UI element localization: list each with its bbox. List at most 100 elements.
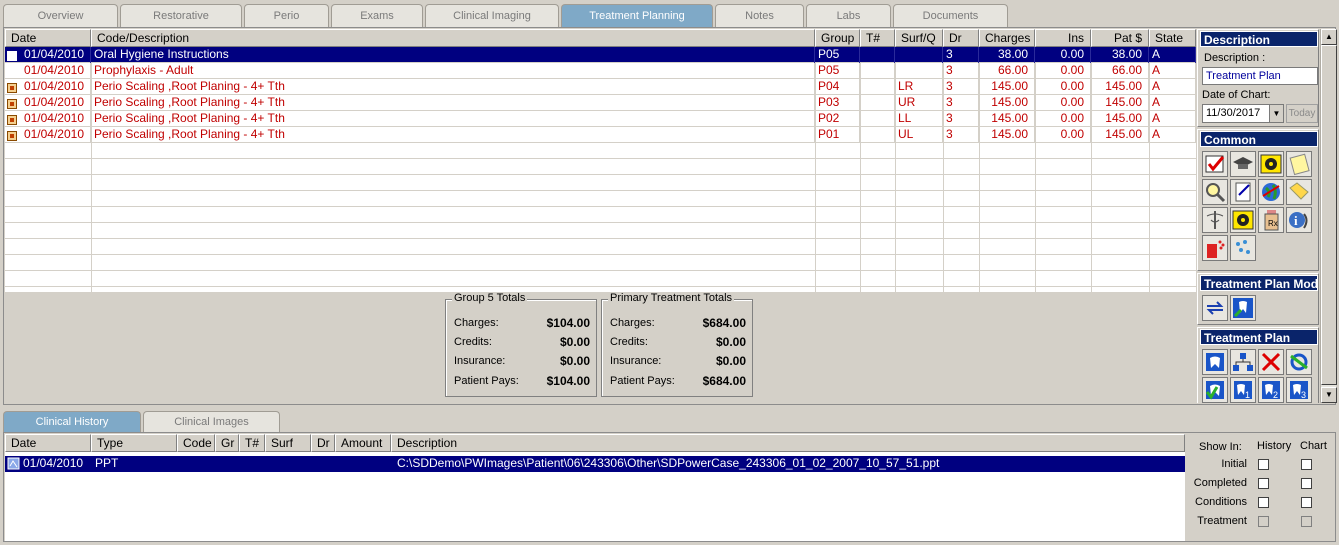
cell-desc: Prophylaxis - Adult [91, 63, 815, 79]
treatment-row[interactable]: 01/04/2010 Prophylaxis - Adult P05 3 66.00 0.… [5, 63, 1196, 79]
history-col-surf[interactable]: Surf [265, 434, 311, 452]
treatment-row[interactable]: 01/04/2010 Perio Scaling ,Root Planing - … [5, 79, 1196, 95]
initial-chart-checkbox[interactable] [1301, 459, 1312, 470]
primary-charges-label: Charges: [610, 317, 655, 329]
tooth-move-icon[interactable] [1230, 295, 1256, 321]
cell-charges: 145.00 [979, 95, 1035, 111]
treatment-row[interactable]: 01/04/2010 Perio Scaling ,Root Planing - … [5, 127, 1196, 143]
tab-clinical-history[interactable]: Clinical History [3, 411, 141, 433]
cell-pat: 145.00 [1091, 111, 1149, 127]
scroll-down-icon[interactable]: ▼ [1321, 387, 1337, 403]
completed-chart-checkbox[interactable] [1301, 478, 1312, 489]
history-col-tooth[interactable]: T# [239, 434, 265, 452]
tooth-1-icon[interactable]: 1 [1230, 377, 1256, 403]
conditions-history-checkbox[interactable] [1258, 497, 1269, 508]
cell-desc: Perio Scaling ,Root Planing - 4+ Tth [91, 95, 815, 111]
treatment-history-checkbox[interactable] [1258, 516, 1269, 527]
col-header-tooth[interactable]: T# [860, 29, 895, 47]
magnifier-icon[interactable] [1202, 179, 1228, 205]
common-header: Common [1200, 131, 1318, 147]
spray-icon[interactable] [1202, 235, 1228, 261]
conditions-chart-checkbox[interactable] [1301, 497, 1312, 508]
sparkle-icon[interactable] [1230, 235, 1256, 261]
treatment-row[interactable]: 01/04/2010 Oral Hygiene Instructions P05 3 3… [5, 47, 1196, 63]
history-col-code[interactable]: Code [177, 434, 215, 452]
edit-document-icon[interactable] [1230, 179, 1256, 205]
empty-row [5, 223, 1196, 239]
cell-group: P02 [815, 111, 860, 127]
chevron-down-icon[interactable]: ▼ [1269, 105, 1283, 122]
tab-treatment-planning[interactable]: Treatment Planning [561, 4, 713, 27]
primary-insurance-value: $0.00 [715, 354, 746, 368]
tab-exams[interactable]: Exams [331, 4, 423, 27]
initial-history-checkbox[interactable] [1258, 459, 1269, 470]
history-col-date[interactable]: Date [5, 434, 91, 452]
col-header-surf[interactable]: Surf/Q [895, 29, 943, 47]
cell-charges: 145.00 [979, 127, 1035, 143]
tab-clinical-images[interactable]: Clinical Images [143, 411, 280, 433]
caduceus-icon[interactable] [1202, 207, 1228, 233]
history-col-description[interactable]: Description [391, 434, 1185, 452]
checklist-icon[interactable] [1202, 151, 1228, 177]
tooth-3-icon[interactable]: 3 [1286, 377, 1312, 403]
treatment-row[interactable]: 01/04/2010 Perio Scaling ,Root Planing - … [5, 95, 1196, 111]
cell-group: P04 [815, 79, 860, 95]
history-col-gr[interactable]: Gr [215, 434, 239, 452]
treatment-chart-checkbox[interactable] [1301, 516, 1312, 527]
history-col-dr[interactable]: Dr [311, 434, 335, 452]
cell-tooth [860, 127, 895, 143]
history-row[interactable]: 01/04/2010 PPT C:\SDDemo\PWImages\Patien… [5, 456, 1185, 472]
col-header-date[interactable]: Date [5, 29, 91, 47]
scroll-thumb[interactable] [1321, 45, 1337, 385]
tooth-check-icon[interactable] [1202, 377, 1228, 403]
date-of-chart-picker[interactable]: 11/30/2017 ▼ [1202, 104, 1284, 123]
delete-x-icon[interactable] [1258, 349, 1284, 375]
refresh-icon[interactable] [1286, 349, 1312, 375]
tooth-2-icon[interactable]: 2 [1258, 377, 1284, 403]
graduation-cap-icon[interactable] [1230, 151, 1256, 177]
tab-restorative[interactable]: Restorative [120, 4, 242, 27]
cell-dr: 3 [943, 79, 979, 95]
row-checkbox-icon[interactable] [7, 50, 17, 61]
tab-perio[interactable]: Perio [244, 4, 329, 27]
col-header-charges[interactable]: Charges [979, 29, 1035, 47]
tab-overview[interactable]: Overview [3, 4, 118, 27]
globe-icon[interactable] [1258, 179, 1284, 205]
cell-ins: 0.00 [1035, 63, 1091, 79]
scroll-up-icon[interactable]: ▲ [1321, 29, 1337, 45]
radiation-icon[interactable] [1230, 207, 1256, 233]
history-col-amount[interactable]: Amount [335, 434, 391, 452]
cell-desc: Perio Scaling ,Root Planing - 4+ Tth [91, 127, 815, 143]
tab-labs[interactable]: Labs [806, 4, 891, 27]
completed-history-checkbox[interactable] [1258, 478, 1269, 489]
description-input[interactable]: Treatment Plan [1202, 67, 1318, 85]
group-insurance-value: $0.00 [559, 354, 590, 368]
col-header-dr[interactable]: Dr [943, 29, 979, 47]
treatment-row[interactable]: 01/04/2010 Perio Scaling ,Root Planing - … [5, 111, 1196, 127]
folder-icon[interactable] [1286, 179, 1312, 205]
clinical-history-grid: Date Type Code Gr T# Surf Dr Amount Desc… [5, 434, 1185, 541]
col-header-ins[interactable]: Ins [1035, 29, 1091, 47]
col-header-state[interactable]: State [1149, 29, 1196, 47]
tab-notes[interactable]: Notes [715, 4, 804, 27]
history-col-type[interactable]: Type [91, 434, 177, 452]
copy-plan-icon[interactable] [1202, 349, 1228, 375]
tab-clinical-imaging[interactable]: Clinical Imaging [425, 4, 559, 27]
right-panel-scrollbar[interactable]: ▲ ▼ [1320, 29, 1337, 403]
cell-pat: 66.00 [1091, 63, 1149, 79]
swap-arrows-icon[interactable] [1202, 295, 1228, 321]
today-button[interactable]: Today [1286, 104, 1318, 123]
tab-documents[interactable]: Documents [893, 4, 1008, 27]
col-header-pat[interactable]: Pat $ [1091, 29, 1149, 47]
history-date: 01/04/2010 [23, 456, 84, 470]
prescription-icon[interactable]: Rx [1258, 207, 1284, 233]
notes-icon[interactable] [1286, 151, 1312, 177]
primary-credits-row: Credits: $0.00 [610, 334, 746, 350]
xray-icon[interactable] [1258, 151, 1284, 177]
primary-patient-row: Patient Pays: $684.00 [610, 373, 746, 389]
hierarchy-icon[interactable] [1230, 349, 1256, 375]
col-header-group[interactable]: Group [815, 29, 860, 47]
tooth-2-icon-number: 2 [1273, 390, 1278, 400]
info-icon[interactable]: i [1286, 207, 1312, 233]
col-header-code-description[interactable]: Code/Description [91, 29, 815, 47]
